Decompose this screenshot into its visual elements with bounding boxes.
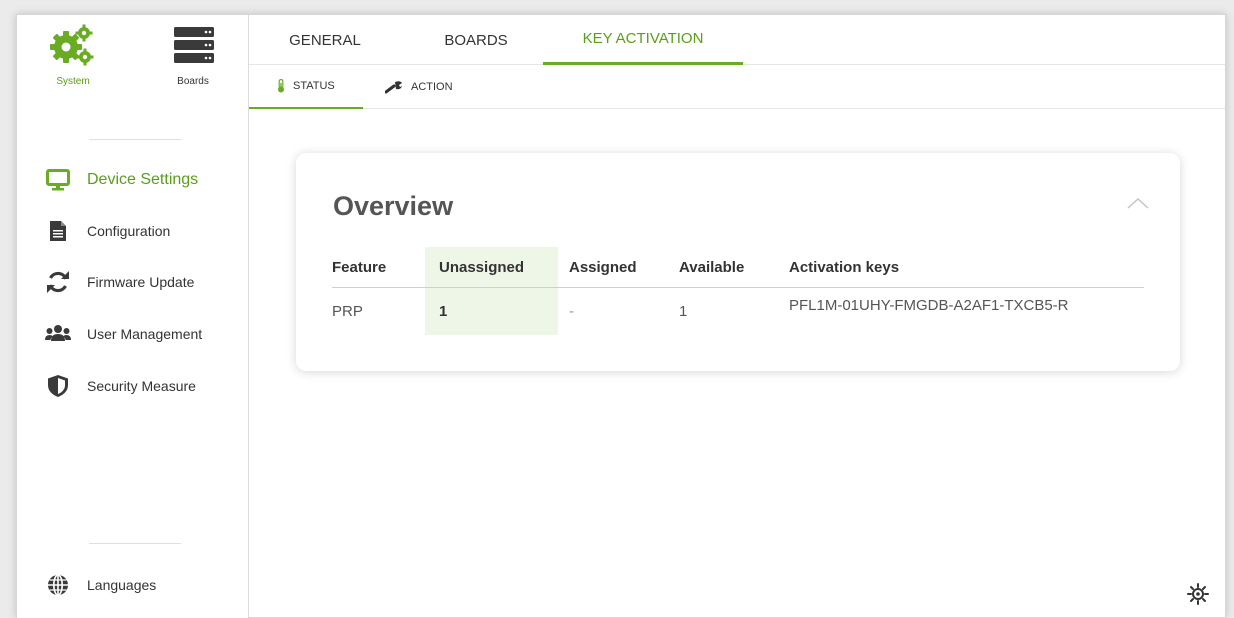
sun-gear-icon (1187, 583, 1209, 605)
column-header: Unassigned (439, 259, 525, 276)
column-header: Assigned (569, 259, 637, 276)
table-cell-activation-key: PFL1M-01UHY-FMGDB-A2AF1-TXCB5-R (789, 297, 1069, 314)
sidebar-item-label: Device Settings (87, 171, 199, 188)
divider (89, 139, 181, 140)
sidebar-item-languages[interactable]: Languages (45, 568, 245, 602)
sub-tabs: STATUS ACTION (249, 65, 1225, 109)
tab-label: KEY ACTIVATION (582, 30, 704, 47)
app-window: System Boards Device Settings Configurat… (16, 14, 1226, 618)
languages-label: Languages (87, 577, 157, 593)
collapse-button[interactable] (1124, 193, 1152, 213)
sidebar-item-label: User Management (87, 326, 203, 342)
table-cell-available: 1 (679, 303, 688, 320)
sidebar-item-user-management[interactable]: User Management (45, 317, 245, 351)
sidebar: System Boards Device Settings Configurat… (17, 15, 249, 618)
system-label: System (56, 76, 90, 87)
document-icon (45, 218, 71, 244)
table-cell-unassigned: 1 (439, 303, 448, 320)
users-icon (45, 321, 71, 347)
subtab-action[interactable]: ACTION (385, 65, 485, 109)
column-header: Available (679, 259, 745, 276)
top-icon-bar: System Boards (17, 23, 249, 113)
sidebar-item-device-settings[interactable]: Device Settings (45, 163, 245, 197)
sidebar-item-label: Configuration (87, 223, 171, 239)
wrench-icon (385, 81, 402, 94)
gears-icon (50, 24, 94, 66)
table-cell-assigned: - (569, 303, 574, 320)
subtab-label: ACTION (411, 81, 453, 93)
chevron-up-icon (1127, 197, 1149, 209)
thermometer-icon (278, 79, 284, 93)
sidebar-item-configuration[interactable]: Configuration (45, 214, 245, 248)
tab-label: GENERAL (289, 31, 361, 49)
boards-button[interactable]: Boards (153, 23, 233, 87)
tab-boards[interactable]: BOARDS (429, 15, 523, 65)
subtab-status[interactable]: STATUS (249, 65, 363, 109)
tab-general[interactable]: GENERAL (277, 15, 373, 65)
table-cell-feature: PRP (332, 303, 363, 320)
sidebar-item-firmware-update[interactable]: Firmware Update (45, 265, 245, 299)
card-title: Overview (333, 191, 454, 221)
sidebar-item-label: Firmware Update (87, 274, 195, 290)
boards-label: Boards (177, 76, 209, 87)
tab-key-activation[interactable]: KEY ACTIVATION (543, 15, 743, 65)
tab-label: BOARDS (444, 31, 508, 49)
shield-icon (45, 373, 71, 399)
sidebar-item-security-measure[interactable]: Security Measure (45, 369, 245, 403)
sidebar-item-label: Security Measure (87, 378, 196, 394)
main-tabs: GENERAL BOARDS KEY ACTIVATION (249, 15, 1225, 65)
column-header: Feature (332, 259, 387, 276)
header-divider (332, 287, 1144, 288)
overview-card: Overview Feature Unassigned Assigned Ava… (296, 153, 1180, 371)
divider (89, 543, 181, 544)
settings-button[interactable] (1187, 583, 1209, 605)
globe-icon (45, 572, 71, 598)
subtab-label: STATUS (293, 80, 335, 92)
system-button[interactable]: System (33, 23, 113, 87)
column-header: Activation keys (789, 259, 900, 276)
monitor-icon (45, 167, 71, 193)
refresh-icon (45, 269, 71, 295)
server-stack-icon (174, 27, 214, 63)
